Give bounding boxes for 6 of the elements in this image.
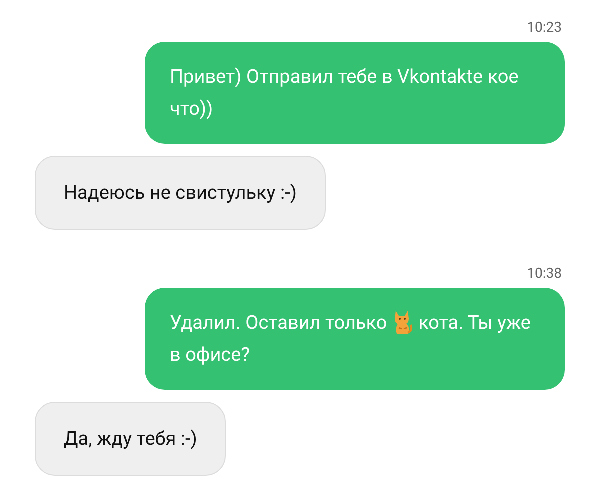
message-text: Надеюсь не свистульку :-) — [64, 180, 297, 206]
message-text: Удалил. Оставил только кота. Ты уже в офисе? — [170, 308, 532, 368]
timestamp: 10:23 — [527, 20, 562, 36]
message-text: Привет) Отправил тебе в Vkontakte кое что)) — [170, 64, 520, 122]
message-text: Да, жду тебя :-) — [64, 426, 198, 452]
timestamp: 10:38 — [527, 266, 562, 282]
